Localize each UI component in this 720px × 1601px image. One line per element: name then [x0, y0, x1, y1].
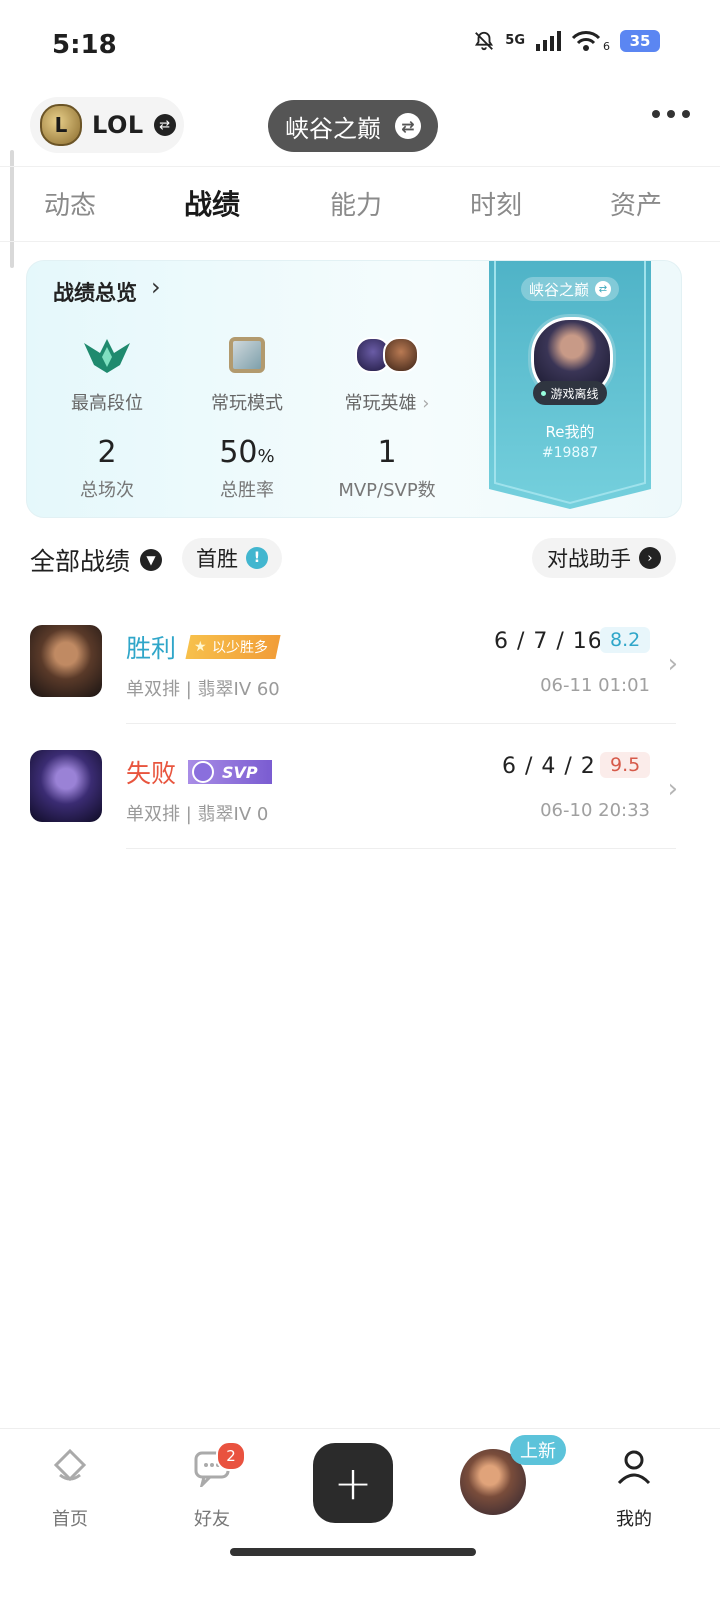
match-score: 9.5	[600, 752, 651, 778]
create-post-button[interactable]: +	[313, 1443, 393, 1523]
first-win-label: 首胜	[196, 547, 238, 571]
champion-stack	[355, 337, 419, 373]
nav-home[interactable]: 首页	[30, 1447, 110, 1531]
more-dot-icon	[652, 110, 660, 118]
kda: 6 / 7 / 16	[494, 629, 603, 654]
region-name: 峡谷之巅	[285, 114, 381, 143]
assistant-label: 对战助手	[547, 547, 631, 571]
match-meta: 单双排 | 翡翠IV 0	[126, 804, 269, 825]
more-dot-icon	[682, 110, 690, 118]
overview-title[interactable]: 战绩总览	[53, 277, 137, 307]
match-date: 06-10 20:33	[540, 800, 650, 821]
person-icon	[617, 1450, 651, 1485]
status-dot-icon	[541, 390, 547, 396]
divider	[126, 848, 676, 849]
match-row[interactable]: 失败 SVP 6 / 4 / 2 9.5 单双排 | 翡翠IV 0 06-10 …	[0, 750, 720, 874]
champion-avatar-icon	[383, 337, 419, 373]
overview-value: 2	[97, 435, 117, 470]
wifi-sub-label: 6	[603, 40, 610, 53]
lol-logo-icon: L	[40, 104, 82, 146]
chevron-right-icon: ›	[639, 547, 661, 569]
overview-sub: 总胜率	[220, 480, 274, 501]
game-mode-icon	[229, 337, 265, 373]
overview-value: 1	[377, 435, 397, 470]
home-icon	[53, 1448, 87, 1482]
swap-icon: ⇄	[595, 281, 611, 297]
honor-badge: ★ 以少胜多	[185, 635, 281, 659]
tab-ability[interactable]: 能力	[330, 185, 382, 222]
match-row[interactable]: 胜利 ★ 以少胜多 6 / 7 / 16 8.2 单双排 | 翡翠IV 60 0…	[0, 625, 720, 749]
game-switch-button[interactable]: L LOL ⇄	[30, 97, 184, 153]
overview-sub: 总场次	[80, 480, 134, 501]
nav-label: 好友	[194, 1509, 230, 1530]
overview-column-mode[interactable]: 常玩模式 50% 总胜率	[177, 331, 317, 502]
wifi-icon	[571, 30, 601, 51]
ribbon-region: 峡谷之巅 ⇄	[521, 277, 619, 301]
player-tag: #19887	[541, 445, 599, 461]
chevron-right-icon: ›	[422, 393, 430, 414]
online-status-badge: 游戏离线	[533, 381, 607, 405]
swap-icon: ⇄	[395, 113, 421, 139]
status-time: 5:18	[52, 30, 117, 60]
nav-label: 我的	[616, 1509, 652, 1530]
divider	[126, 723, 676, 724]
info-icon: !	[246, 547, 268, 569]
overview-value: 50%	[219, 435, 275, 470]
nav-label: 首页	[52, 1509, 88, 1530]
tab-bar: 动态 战绩 能力 时刻 资产	[0, 166, 720, 242]
bottom-nav: 首页 2 好友 + 上新 我的	[0, 1428, 720, 1601]
champion-avatar	[30, 625, 102, 697]
filter-label: 全部战绩	[30, 547, 131, 576]
status-icons: 5G 6 35	[473, 28, 660, 53]
tab-records[interactable]: 战绩	[184, 183, 240, 223]
match-result: 胜利	[126, 634, 177, 663]
player-ribbon[interactable]: 峡谷之巅 ⇄ 游戏离线 Re我的 #19887	[489, 261, 651, 509]
match-date: 06-11 01:01	[540, 675, 650, 696]
match-meta: 单双排 | 翡翠IV 60	[126, 679, 280, 700]
home-indicator[interactable]	[230, 1548, 476, 1556]
star-icon: ★	[194, 639, 207, 655]
battery-icon: 35	[620, 29, 660, 52]
kda: 6 / 4 / 2	[502, 754, 596, 779]
all-records-filter[interactable]: 全部战绩 ▼	[30, 542, 163, 578]
champion-avatar	[30, 750, 102, 822]
more-menu-button[interactable]	[652, 110, 690, 118]
overview-label: 最高段位	[71, 393, 143, 414]
signal-icon	[536, 30, 561, 51]
game-name: LOL	[92, 111, 144, 139]
overview-label: 常玩模式	[211, 393, 283, 414]
new-badge: 上新	[510, 1435, 566, 1465]
match-score: 8.2	[600, 627, 651, 653]
match-result: 失败	[126, 759, 177, 788]
overview-label: 常玩英雄 ›	[344, 393, 430, 414]
overview-column-rank[interactable]: 最高段位 2 总场次	[37, 331, 177, 502]
battle-assistant-button[interactable]: 对战助手 ›	[532, 538, 676, 578]
more-dot-icon	[667, 110, 675, 118]
nav-friends[interactable]: 2 好友	[172, 1441, 252, 1531]
tab-moments[interactable]: 时刻	[470, 185, 522, 222]
region-switch-button[interactable]: 峡谷之巅 ⇄	[268, 100, 438, 152]
swap-icon: ⇄	[153, 114, 176, 136]
first-win-button[interactable]: 首胜 !	[182, 538, 282, 578]
overview-sub: MVP/SVP数	[338, 480, 436, 501]
chevron-down-icon: ▼	[140, 549, 163, 571]
emerald-rank-icon	[84, 339, 130, 373]
chevron-right-icon: ›	[667, 774, 678, 804]
tab-assets[interactable]: 资产	[610, 185, 662, 222]
unread-badge: 2	[216, 1441, 246, 1471]
records-overview-card: 战绩总览 › 最高段位 2 总场次 常玩模式 50% 总胜率 常玩英雄 › 1 …	[26, 260, 682, 518]
network-label: 5G	[505, 33, 525, 48]
bell-muted-icon	[475, 31, 494, 50]
tab-feed[interactable]: 动态	[44, 185, 96, 222]
overview-column-heroes[interactable]: 常玩英雄 › 1 MVP/SVP数	[317, 331, 457, 502]
chevron-right-icon: ›	[667, 649, 678, 679]
svp-emblem-icon	[192, 761, 214, 783]
nav-mine[interactable]: 我的	[594, 1447, 674, 1531]
chevron-right-icon[interactable]: ›	[151, 273, 161, 301]
player-name: Re我的	[545, 423, 595, 441]
svp-badge: SVP	[188, 760, 272, 784]
